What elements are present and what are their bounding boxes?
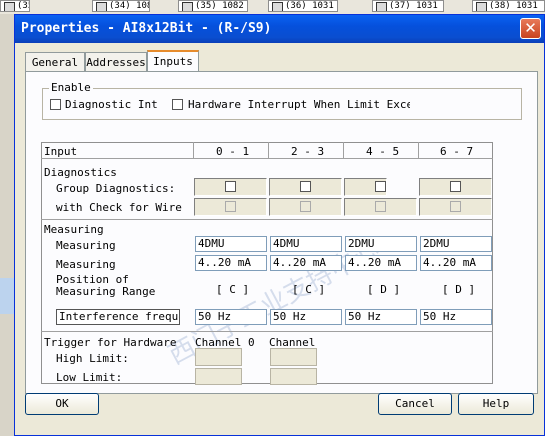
help-button[interactable]: Help [458, 393, 534, 415]
high-limit-field-0[interactable] [195, 348, 242, 366]
interference-field-3[interactable]: 50 Hz [420, 309, 492, 325]
close-button[interactable]: ✕ [520, 18, 541, 39]
background-cell: (38) 1031 [472, 0, 545, 12]
wire-check-checkbox-3[interactable] [450, 201, 461, 212]
module-icon [272, 2, 283, 11]
wire-check-checkbox-1[interactable] [300, 201, 311, 212]
enable-group: Enable Diagnostic Inte Hardware Interrup… [42, 81, 522, 120]
measuring-range-field-1[interactable]: 4..20 mA [270, 255, 342, 271]
measuring-range-field-0[interactable]: 4..20 mA [195, 255, 267, 271]
background-cell: (37) 1031 [372, 0, 444, 12]
measuring-title: Measuring [44, 223, 104, 236]
measuring-range-field-2[interactable]: 4..20 mA [345, 255, 417, 271]
wire-check-cell-3 [419, 198, 492, 216]
measuring-range-field-3[interactable]: 4..20 mA [420, 255, 492, 271]
group-diag-cell-2 [344, 178, 387, 196]
background-cell: (34) 1083 [92, 0, 150, 12]
module-icon [4, 2, 15, 11]
wire-check-label: with Check for Wire [56, 201, 182, 214]
col-divider [193, 142, 194, 158]
module-icon [476, 2, 487, 11]
header-input: Input [44, 145, 78, 158]
cancel-button[interactable]: Cancel [378, 393, 452, 415]
position-value-3: [ D ] [442, 283, 476, 296]
tab-inputs[interactable]: Inputs [147, 50, 199, 72]
header-divider [41, 158, 493, 159]
measuring-type-field-3[interactable]: 2DMU [420, 236, 492, 252]
header-col-1: 2 - 3 [291, 145, 325, 158]
trigger-title: Trigger for Hardware [44, 336, 177, 349]
hardware-interrupt-label: Hardware Interrupt When Limit Exceede [188, 98, 410, 111]
background-cell-label: (35) 1081 [17, 1, 29, 11]
wire-check-checkbox-0[interactable] [225, 201, 236, 212]
wire-check-cell-0 [194, 198, 267, 216]
section-divider [41, 219, 493, 220]
position-label-2: Measuring Range [56, 285, 156, 298]
background-cell: (36) 1031 [268, 0, 338, 12]
low-limit-label: Low Limit: [56, 371, 123, 384]
low-limit-field-1[interactable] [270, 368, 317, 385]
position-value-0: [ C ] [216, 283, 250, 296]
interference-field-1[interactable]: 50 Hz [270, 309, 342, 325]
position-value-1: [ C ] [292, 283, 326, 296]
interference-field-0[interactable]: 50 Hz [195, 309, 267, 325]
group-diagnostics-checkbox-2[interactable] [375, 181, 386, 192]
measuring-type-field-0[interactable]: 4DMU [195, 236, 267, 252]
title-bar[interactable]: Properties - AI8x12Bit - (R-/S9) ✕ [15, 15, 544, 43]
diagnostic-interrupt-checkbox[interactable] [50, 99, 61, 110]
background-cell-label: (38) 1031 [489, 1, 538, 11]
group-diagnostics-checkbox-1[interactable] [300, 181, 311, 192]
wire-check-cell-1 [269, 198, 342, 216]
measuring-type-label: Measuring [56, 239, 116, 252]
col-divider [343, 142, 344, 158]
high-limit-field-1[interactable] [270, 348, 317, 366]
group-diag-cell-1 [269, 178, 342, 196]
background-window-strip: (35) 1081 (34) 1083 (35) 1082 (36) 1031 … [0, 0, 545, 14]
tab-general[interactable]: General [25, 52, 85, 72]
group-diag-cell-3 [419, 178, 492, 196]
section-divider [41, 331, 493, 332]
enable-legend: Enable [49, 81, 93, 94]
background-cell-label: (34) 1083 [109, 1, 149, 11]
header-col-0: 0 - 1 [216, 145, 250, 158]
group-diagnostics-label: Group Diagnostics: [56, 182, 176, 195]
diagnostics-title: Diagnostics [44, 166, 117, 179]
inputs-panel: 西门子工业支持中心 Enable Diagnostic Inte Hardwar… [25, 71, 538, 394]
properties-dialog: Properties - AI8x12Bit - (R-/S9) ✕ Gener… [14, 14, 545, 436]
measuring-type-field-1[interactable]: 4DMU [270, 236, 342, 252]
group-diag-cell-0 [194, 178, 267, 196]
module-icon [96, 2, 107, 11]
diagnostic-interrupt-label: Diagnostic Inte [65, 98, 157, 111]
module-icon [376, 2, 387, 11]
interference-field-2[interactable]: 50 Hz [345, 309, 417, 325]
wire-check-checkbox-2[interactable] [375, 201, 386, 212]
background-selection [0, 278, 14, 314]
background-cell-label: (35) 1082 [195, 1, 244, 11]
ok-button[interactable]: OK [25, 393, 99, 415]
window-title: Properties - AI8x12Bit - (R-/S9) [21, 21, 272, 36]
group-diagnostics-checkbox-0[interactable] [225, 181, 236, 192]
high-limit-label: High Limit: [56, 352, 129, 365]
measuring-range-label: Measuring [56, 258, 116, 271]
group-diagnostics-checkbox-3[interactable] [450, 181, 461, 192]
position-value-2: [ D ] [367, 283, 401, 296]
module-icon [182, 2, 193, 11]
interference-label-box: Interference frequen [56, 309, 180, 325]
measuring-type-field-2[interactable]: 2DMU [345, 236, 417, 252]
hardware-interrupt-checkbox[interactable] [172, 99, 183, 110]
background-cell-label: (36) 1031 [285, 1, 334, 11]
header-col-3: 6 - 7 [440, 145, 474, 158]
low-limit-field-0[interactable] [195, 368, 242, 385]
background-cell-label: (37) 1031 [389, 1, 438, 11]
col-divider [268, 142, 269, 158]
wire-check-cell-2 [344, 198, 417, 216]
tab-addresses[interactable]: Addresses [85, 52, 147, 72]
background-cell: (35) 1081 [0, 0, 30, 12]
background-cell: (35) 1082 [178, 0, 248, 12]
background-left-pane [0, 14, 14, 436]
col-divider [418, 142, 419, 158]
header-col-2: 4 - 5 [366, 145, 400, 158]
